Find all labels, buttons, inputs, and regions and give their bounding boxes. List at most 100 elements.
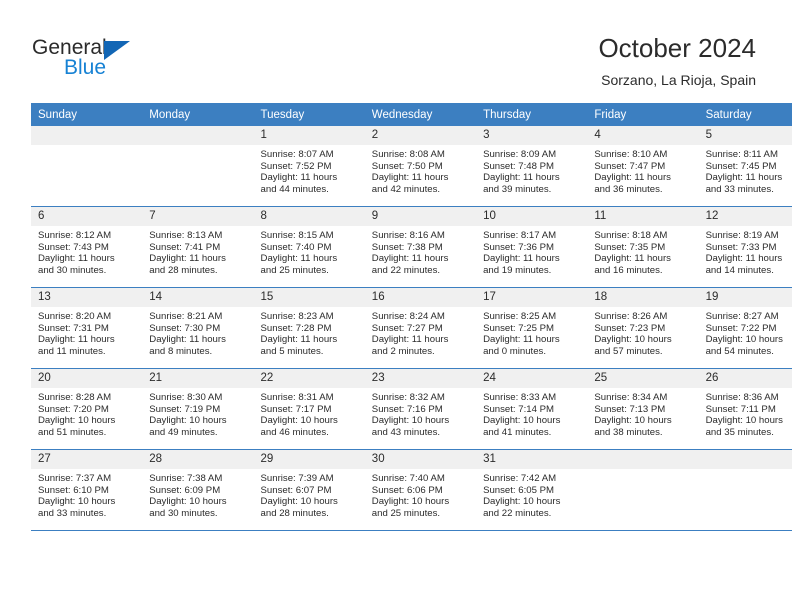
calendar-day-cell[interactable]: 15 Sunrise: 8:23 AM Sunset: 7:28 PM Dayligh… [253,287,365,369]
calendar-day-cell[interactable]: 28 Sunrise: 7:38 AM Sunset: 6:09 PM Dayligh… [142,449,254,531]
calendar-day-cell-inner [587,450,699,530]
calendar-day-cell[interactable]: 6 Sunrise: 8:12 AM Sunset: 7:43 PM Daylight… [31,206,143,288]
sunrise-text: Sunrise: 7:42 AM [483,473,557,484]
logo-text-blue: Blue [64,56,107,79]
calendar-day-cell[interactable]: 17 Sunrise: 8:25 AM Sunset: 7:25 PM Dayligh… [476,287,588,369]
calendar-day-cell[interactable]: 11 Sunrise: 8:18 AM Sunset: 7:35 PM Dayligh… [587,206,699,288]
day-sun-info: Sunrise: 7:42 AM Sunset: 6:05 PM Daylight:… [476,469,587,519]
page-subtitle: Sorzano, La Rioja, Spain [601,72,756,88]
sunset-text: Sunset: 7:52 PM [260,160,332,172]
calendar-day-cell[interactable]: 23 Sunrise: 8:32 AM Sunset: 7:16 PM Dayligh… [364,368,477,450]
daylight-text-line1: Daylight: 10 hours [594,334,672,346]
sunrise-text: Sunrise: 8:25 AM [483,311,557,322]
calendar-day-cell[interactable]: 8 Sunrise: 8:15 AM Sunset: 7:40 PM Daylight… [253,206,365,288]
calendar-day-cell-inner: 28 Sunrise: 7:38 AM Sunset: 6:09 PM Dayligh… [142,450,254,530]
day-number: 2 [364,126,477,145]
calendar-day-cell[interactable]: 7 Sunrise: 8:13 AM Sunset: 7:41 PM Daylight… [142,206,254,288]
sunset-text: Sunset: 7:40 PM [260,241,332,253]
calendar-day-cell[interactable]: 4 Sunrise: 8:10 AM Sunset: 7:47 PM Daylight… [587,126,699,207]
sunset-text: Sunset: 7:47 PM [594,160,666,172]
calendar-day-cell-empty [698,449,792,531]
day-number: 18 [587,288,699,307]
day-sun-info: Sunrise: 8:18 AM Sunset: 7:35 PM Daylight:… [587,226,698,276]
weekday-header-tuesday: Tuesday [253,103,365,126]
sunset-text: Sunset: 7:27 PM [371,322,443,334]
daylight-text-line2: and 19 minutes. [483,264,552,276]
calendar-day-cell[interactable]: 20 Sunrise: 8:28 AM Sunset: 7:20 PM Dayligh… [31,368,143,450]
day-number [698,450,792,469]
sunrise-text: Sunrise: 8:34 AM [594,392,668,403]
daylight-text-line1: Daylight: 11 hours [149,334,226,346]
sunset-text: Sunset: 6:09 PM [149,484,221,496]
calendar-day-cell[interactable]: 1 Sunrise: 8:07 AM Sunset: 7:52 PM Daylight… [253,126,365,207]
daylight-text-line1: Daylight: 10 hours [260,415,338,427]
calendar-day-cell-inner [142,126,254,206]
calendar-day-cell[interactable]: 9 Sunrise: 8:16 AM Sunset: 7:38 PM Daylight… [364,206,477,288]
calendar-day-cell[interactable]: 31 Sunrise: 7:42 AM Sunset: 6:05 PM Dayligh… [476,449,588,531]
calendar-day-cell[interactable]: 26 Sunrise: 8:36 AM Sunset: 7:11 PM Dayligh… [698,368,792,450]
calendar-day-cell-inner: 15 Sunrise: 8:23 AM Sunset: 7:28 PM Dayligh… [253,288,365,368]
calendar-day-cell[interactable]: 29 Sunrise: 7:39 AM Sunset: 6:07 PM Dayligh… [253,449,365,531]
calendar-day-cell-inner: 9 Sunrise: 8:16 AM Sunset: 7:38 PM Daylight… [364,207,477,287]
weekday-header-monday: Monday [142,103,254,126]
daylight-text-line2: and 33 minutes. [38,507,107,519]
daylight-text-line2: and 44 minutes. [260,183,329,195]
calendar-day-cell[interactable]: 16 Sunrise: 8:24 AM Sunset: 7:27 PM Dayligh… [364,287,477,369]
calendar-day-cell-inner: 7 Sunrise: 8:13 AM Sunset: 7:41 PM Daylight… [142,207,254,287]
sunset-text: Sunset: 7:11 PM [705,403,776,415]
calendar-day-cell[interactable]: 10 Sunrise: 8:17 AM Sunset: 7:36 PM Dayligh… [476,206,588,288]
daylight-text-line1: Daylight: 10 hours [483,496,561,508]
calendar-day-cell[interactable]: 5 Sunrise: 8:11 AM Sunset: 7:45 PM Daylight… [698,126,792,207]
calendar-day-cell[interactable]: 13 Sunrise: 8:20 AM Sunset: 7:31 PM Dayligh… [31,287,143,369]
daylight-text-line2: and 28 minutes. [260,507,329,519]
calendar-day-cell[interactable]: 27 Sunrise: 7:37 AM Sunset: 6:10 PM Dayligh… [31,449,143,531]
daylight-text-line1: Daylight: 11 hours [705,172,783,184]
sunset-text: Sunset: 7:41 PM [149,241,221,253]
sunset-text: Sunset: 7:33 PM [705,241,777,253]
daylight-text-line2: and 16 minutes. [594,264,663,276]
day-number: 21 [142,369,254,388]
day-sun-info: Sunrise: 8:21 AM Sunset: 7:30 PM Daylight:… [142,307,253,357]
calendar-day-cell[interactable]: 18 Sunrise: 8:26 AM Sunset: 7:23 PM Dayligh… [587,287,699,369]
calendar-day-cell[interactable]: 2 Sunrise: 8:08 AM Sunset: 7:50 PM Daylight… [364,126,477,207]
day-number: 29 [253,450,365,469]
sunrise-text: Sunrise: 8:10 AM [594,149,668,160]
daylight-text-line1: Daylight: 10 hours [705,334,783,346]
calendar-day-cell-empty [587,449,699,531]
calendar-day-cell-inner: 4 Sunrise: 8:10 AM Sunset: 7:47 PM Daylight… [587,126,699,206]
calendar-day-cell[interactable]: 30 Sunrise: 7:40 AM Sunset: 6:06 PM Dayligh… [364,449,477,531]
calendar-day-cell-inner: 5 Sunrise: 8:11 AM Sunset: 7:45 PM Daylight… [698,126,792,206]
calendar-day-cell[interactable]: 19 Sunrise: 8:27 AM Sunset: 7:22 PM Dayligh… [698,287,792,369]
sunrise-text: Sunrise: 8:12 AM [38,230,112,241]
sunset-text: Sunset: 7:31 PM [38,322,109,334]
sunrise-text: Sunrise: 8:18 AM [594,230,668,241]
day-sun-info: Sunrise: 8:17 AM Sunset: 7:36 PM Daylight:… [476,226,587,276]
day-number: 20 [31,369,143,388]
daylight-text-line2: and 33 minutes. [705,183,774,195]
daylight-text-line1: Daylight: 10 hours [371,415,450,427]
calendar-day-cell[interactable]: 14 Sunrise: 8:21 AM Sunset: 7:30 PM Dayligh… [142,287,254,369]
day-number: 24 [476,369,588,388]
calendar-day-cell[interactable]: 24 Sunrise: 8:33 AM Sunset: 7:14 PM Dayligh… [476,368,588,450]
daylight-text-line1: Daylight: 11 hours [483,253,560,265]
calendar-day-cell[interactable]: 12 Sunrise: 8:19 AM Sunset: 7:33 PM Dayligh… [698,206,792,288]
calendar-day-cell-inner: 30 Sunrise: 7:40 AM Sunset: 6:06 PM Dayligh… [364,450,477,530]
calendar-day-cell-inner: 16 Sunrise: 8:24 AM Sunset: 7:27 PM Dayligh… [364,288,477,368]
calendar-day-cell-inner: 13 Sunrise: 8:20 AM Sunset: 7:31 PM Dayligh… [31,288,143,368]
sunset-text: Sunset: 7:22 PM [705,322,777,334]
daylight-text-line2: and 54 minutes. [705,345,774,357]
calendar-day-cell[interactable]: 22 Sunrise: 8:31 AM Sunset: 7:17 PM Dayligh… [253,368,365,450]
calendar-day-cell[interactable]: 3 Sunrise: 8:09 AM Sunset: 7:48 PM Daylight… [476,126,588,207]
day-number: 11 [587,207,699,226]
day-number [31,126,143,145]
calendar-day-cell-inner: 29 Sunrise: 7:39 AM Sunset: 6:07 PM Dayligh… [253,450,365,530]
sunrise-text: Sunrise: 8:31 AM [260,392,334,403]
calendar-day-cell[interactable]: 21 Sunrise: 8:30 AM Sunset: 7:19 PM Dayligh… [142,368,254,450]
weekday-header-friday: Friday [587,103,699,126]
calendar-day-cell[interactable]: 25 Sunrise: 8:34 AM Sunset: 7:13 PM Dayligh… [587,368,699,450]
daylight-text-line1: Daylight: 11 hours [260,334,338,346]
daylight-text-line2: and 41 minutes. [483,426,552,438]
sunset-text: Sunset: 7:23 PM [594,322,666,334]
sunrise-text: Sunrise: 8:21 AM [149,311,223,322]
day-number: 27 [31,450,143,469]
